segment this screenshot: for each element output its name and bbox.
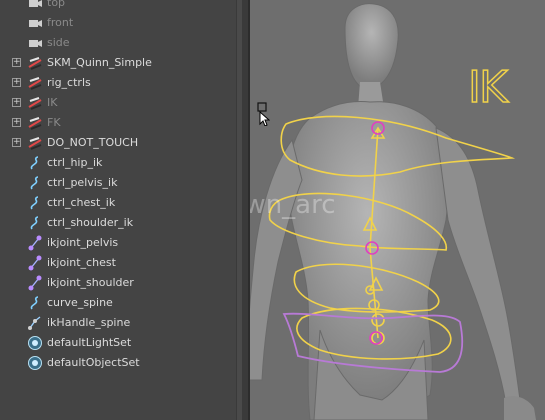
outliner-item[interactable]: ikjoint_shoulder <box>0 273 236 293</box>
mannequin-head <box>344 3 399 87</box>
outliner-item[interactable]: curve_spine <box>0 293 236 313</box>
outliner-item-label: rig_ctrls <box>47 76 91 89</box>
ik-text-control[interactable]: IK <box>467 61 508 114</box>
camera-icon <box>27 15 43 31</box>
outliner-item-label: SKM_Quinn_Simple <box>47 56 152 69</box>
outliner-item[interactable]: ikHandle_spine <box>0 313 236 333</box>
camera-icon <box>27 35 43 51</box>
outliner-item-label: ctrl_pelvis_ik <box>47 176 118 189</box>
outliner-item-label: curve_spine <box>47 296 113 309</box>
set-icon <box>27 335 43 351</box>
outliner-item-label: ikjoint_shoulder <box>47 276 134 289</box>
viewport-3d[interactable]: IK @dawn_arc <box>250 0 545 420</box>
expand-toggle-icon[interactable]: + <box>12 78 21 87</box>
expand-toggle-icon[interactable]: + <box>12 138 21 147</box>
nurbs-curve-icon <box>27 175 43 191</box>
outliner-item-label: ikHandle_spine <box>47 316 131 329</box>
outliner-item[interactable]: ctrl_shoulder_ik <box>0 213 236 233</box>
set-icon <box>27 355 43 371</box>
outliner-item-label: defaultObjectSet <box>47 356 140 369</box>
outliner-item-label: front <box>47 16 74 29</box>
outliner-item-label: defaultLightSet <box>47 336 132 349</box>
nurbs-curve-icon <box>27 195 43 211</box>
outliner-item[interactable]: + SKM_Quinn_Simple <box>0 53 236 73</box>
outliner-item-label: ctrl_shoulder_ik <box>47 216 134 229</box>
outliner-item[interactable]: ctrl_pelvis_ik <box>0 173 236 193</box>
nurbs-curve-icon <box>27 155 43 171</box>
transform-group-icon <box>27 115 43 131</box>
transform-group-icon <box>27 75 43 91</box>
outliner-item-label: DO_NOT_TOUCH <box>47 136 139 149</box>
outliner-item[interactable]: ikjoint_pelvis <box>0 233 236 253</box>
outliner-panel: top front side + SKM_Quinn_Simple + rig_ctrls +… <box>0 0 236 420</box>
transform-group-icon <box>27 55 43 71</box>
outliner-item-label: ikjoint_pelvis <box>47 236 119 249</box>
outliner-item-label: top <box>47 0 66 9</box>
outliner-item[interactable]: + IK <box>0 93 236 113</box>
transform-group-icon <box>27 135 43 151</box>
outliner-item-label: ikjoint_chest <box>47 256 116 269</box>
outliner-item[interactable]: ikjoint_chest <box>0 253 236 273</box>
expand-toggle-icon[interactable]: + <box>12 98 21 107</box>
mouse-cursor-icon <box>257 102 270 126</box>
watermark: @dawn_arc <box>250 190 336 220</box>
expand-toggle-icon[interactable]: + <box>12 118 21 127</box>
outliner-item-label: IK <box>47 96 58 109</box>
outliner-item[interactable]: + DO_NOT_TOUCH <box>0 133 236 153</box>
outliner-item[interactable]: + rig_ctrls <box>0 73 236 93</box>
outliner-item[interactable]: side <box>0 33 236 53</box>
outliner-item[interactable]: top <box>0 0 236 13</box>
outliner-item-label: ctrl_chest_ik <box>47 196 116 209</box>
mannequin-right-hand <box>504 396 536 420</box>
ik-handle-icon <box>27 315 43 331</box>
outliner-item-label: FK <box>47 116 61 129</box>
panel-splitter[interactable] <box>236 0 250 420</box>
expand-toggle-icon[interactable]: + <box>12 58 21 67</box>
outliner-item-label: ctrl_hip_ik <box>47 156 103 169</box>
joint-icon <box>27 255 43 271</box>
transform-group-icon <box>27 95 43 111</box>
outliner-item[interactable]: ctrl_chest_ik <box>0 193 236 213</box>
joint-icon <box>27 235 43 251</box>
outliner-item-label: side <box>47 36 70 49</box>
nurbs-curve-icon <box>27 215 43 231</box>
outliner-item[interactable]: ctrl_hip_ik <box>0 153 236 173</box>
outliner-item[interactable]: front <box>0 13 236 33</box>
outliner-item[interactable]: defaultLightSet <box>0 333 236 353</box>
joint-icon <box>27 275 43 291</box>
outliner-item[interactable]: + FK <box>0 113 236 133</box>
mannequin-right-arm <box>435 127 521 405</box>
camera-icon <box>27 0 43 11</box>
outliner-item[interactable]: defaultObjectSet <box>0 353 236 373</box>
nurbs-curve-icon <box>27 295 43 311</box>
